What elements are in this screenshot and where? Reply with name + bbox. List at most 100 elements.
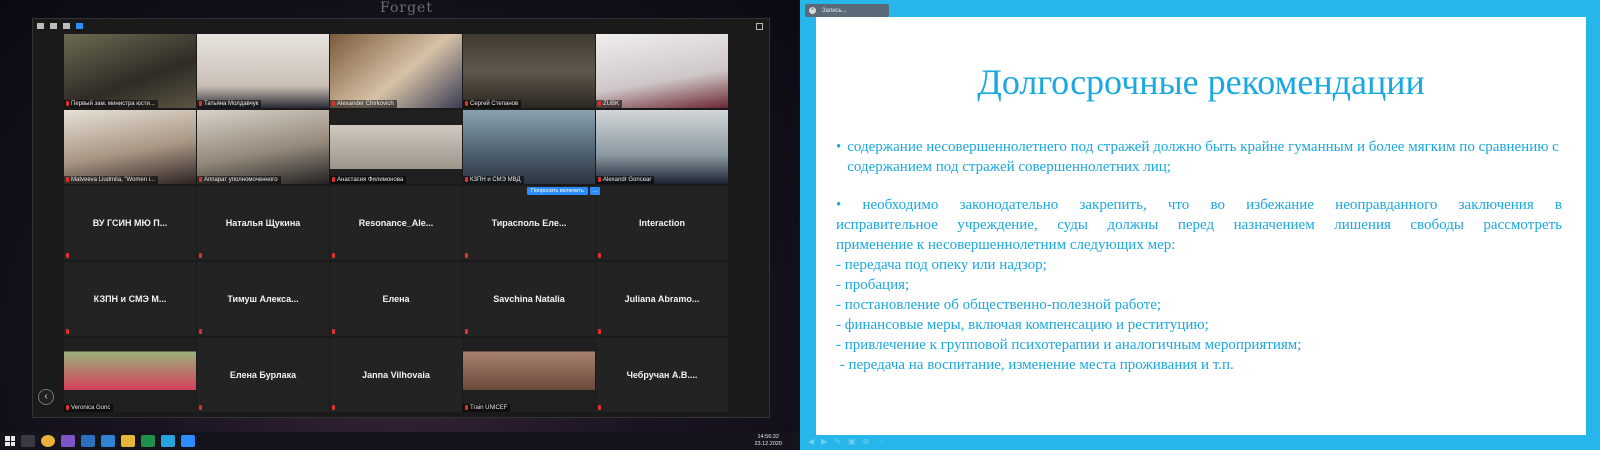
muted-mic-icon (66, 329, 69, 334)
participant-name: Тирасполь Еле... (491, 218, 567, 228)
muted-mic-icon (332, 253, 335, 258)
zoom-icon[interactable]: ⊕ (863, 437, 870, 446)
participant-name: ВУ ГСИН МЮ П... (92, 218, 168, 228)
muted-mic-icon (66, 177, 69, 182)
muted-mic-icon (598, 329, 601, 334)
slideshow-controls: ◀ ▶ ✎ ▣ ⊕ ⋯ (808, 437, 884, 446)
taskbar-clock: 14:56:32 23.12.2020 (754, 434, 782, 448)
minimize-icon[interactable] (37, 23, 44, 29)
participant-tile[interactable]: Savchina Natalia (463, 262, 595, 336)
file-explorer-icon[interactable] (121, 435, 135, 447)
participant-tile[interactable]: Тимуш Алекса... (197, 262, 329, 336)
muted-mic-icon (199, 329, 202, 334)
participant-name: Alexandr Goncear (596, 176, 655, 184)
participant-tile[interactable]: Чебручан А.В.... (596, 338, 728, 412)
muted-mic-icon (66, 253, 69, 258)
participant-tile[interactable]: Interaction (596, 186, 728, 260)
participant-name: Savchina Natalia (493, 294, 565, 304)
bullet-text: необходимо законодательно закрепить, что… (862, 197, 1563, 213)
next-slide-icon[interactable]: ▶ (821, 437, 827, 446)
zoom-view-toolbar (33, 19, 769, 33)
muted-mic-icon (66, 405, 69, 410)
participant-tile[interactable]: ZUBK (596, 34, 728, 108)
participant-name: Елена Бурлака (229, 370, 297, 380)
participant-name: Veronica Gonc (64, 404, 114, 412)
slides-icon[interactable]: ▣ (848, 437, 856, 446)
bullet-text: содержание несовершеннолетнего под страж… (847, 139, 1559, 175)
muted-mic-icon (598, 101, 601, 106)
participant-name: Train UNICEF (463, 404, 511, 412)
more-options-button[interactable]: ... (589, 187, 601, 195)
slide-list-item: - передача под опеку или надзор; (836, 257, 1047, 273)
participant-tile[interactable]: Елена Бурлака (197, 338, 329, 412)
slide-list-item: - пробация; (836, 277, 910, 293)
slide-list-item: - финансовые меры, включая компенсацию и… (836, 317, 1209, 333)
stop-recording-icon[interactable]: × (809, 7, 816, 14)
viber-icon[interactable] (61, 435, 75, 447)
participant-name: Janna Vilhovaia (362, 370, 430, 380)
participant-tile[interactable]: Veronica Gonc (64, 338, 196, 412)
slide-title: Долгосрочные рекомендации (977, 62, 1425, 102)
participant-name: Елена (382, 294, 410, 304)
gallery-view-icon[interactable] (76, 23, 83, 29)
participant-tile[interactable]: Наталья Щукина (197, 186, 329, 260)
slide-bullet: • содержание несовершеннолетнего под стр… (836, 137, 1562, 177)
participant-tile[interactable]: ВУ ГСИН МЮ П... (64, 186, 196, 260)
more-icon[interactable]: ⋯ (876, 437, 884, 446)
participant-tile[interactable]: Matveeva Liudmila, "Women i... (64, 110, 196, 184)
zoom-app-icon[interactable] (181, 435, 195, 447)
participant-tile[interactable]: Resonance_Ale... (330, 186, 462, 260)
slide-list-item: - привлечение к групповой психотерапии и… (836, 337, 1302, 353)
outlook-icon[interactable] (81, 435, 95, 447)
participant-name: Interaction (638, 218, 685, 228)
presentation-slide: Долгосрочные рекомендации • содержание н… (816, 17, 1586, 435)
participant-tile[interactable]: Елена (330, 262, 462, 336)
participant-tile[interactable]: Аппарат уполномоченного (197, 110, 329, 184)
participant-tile[interactable]: Alexander Chirkovich (330, 34, 462, 108)
slide-text-line: исправительное учреждение, суды должны п… (836, 217, 1562, 233)
maximize-icon[interactable] (756, 23, 763, 30)
participant-tile[interactable]: КЗПН и СМЭ МВД (463, 110, 595, 184)
participant-name: Татьяна Молдавчук (197, 100, 262, 108)
list-view-icon[interactable] (63, 23, 70, 29)
wallpaper-text: Forget (380, 0, 433, 16)
chrome-icon[interactable] (41, 435, 55, 447)
slide-list-item: - передача на воспитание, изменение мест… (836, 357, 1234, 373)
recording-indicator: × Запись... (805, 4, 889, 17)
muted-mic-icon (598, 177, 601, 182)
participant-tile[interactable]: Анастасия Филимонова (330, 110, 462, 184)
participant-name: Первый зам. министра юсти... (64, 100, 158, 108)
participant-tile[interactable]: Татьяна Молдавчук (197, 34, 329, 108)
previous-page-button[interactable]: ‹ (38, 389, 54, 405)
muted-mic-icon (465, 101, 468, 106)
muted-mic-icon (332, 177, 335, 182)
participant-tile[interactable]: Сергей Степанов (463, 34, 595, 108)
screen: Forget Первый зам. министра юсти... Татья… (0, 0, 1600, 450)
bullet-icon: • (836, 197, 842, 213)
zoom-meeting-window: Первый зам. министра юсти... Татьяна Молд… (32, 18, 770, 418)
participant-tile[interactable]: Train UNICEF (463, 338, 595, 412)
previous-slide-icon[interactable]: ◀ (808, 437, 814, 446)
ask-to-unmute-button[interactable]: Попросить включить (527, 187, 588, 195)
muted-mic-icon (465, 405, 468, 410)
participant-tile[interactable]: Janna Vilhovaia (330, 338, 462, 412)
word-icon[interactable] (101, 435, 115, 447)
muted-mic-icon (332, 329, 335, 334)
participant-tile[interactable]: КЗПН и СМЭ М... (64, 262, 196, 336)
muted-mic-icon (465, 177, 468, 182)
participant-tile[interactable]: Alexandr Goncear (596, 110, 728, 184)
pen-icon[interactable]: ✎ (834, 437, 841, 446)
task-view-icon[interactable] (21, 435, 35, 447)
participant-tile[interactable]: Первый зам. министра юсти... (64, 34, 196, 108)
muted-mic-icon (199, 405, 202, 410)
view-option-icon[interactable] (50, 23, 57, 29)
excel-icon[interactable] (141, 435, 155, 447)
participant-tile[interactable]: Juliana Abramo... (596, 262, 728, 336)
participant-name: Сергей Степанов (463, 100, 522, 108)
muted-mic-icon (66, 101, 69, 106)
participant-tile[interactable]: Тирасполь Еле... (463, 186, 595, 260)
skype-icon[interactable] (161, 435, 175, 447)
windows-start-icon[interactable] (5, 436, 15, 446)
clock-date: 23.12.2020 (754, 441, 782, 447)
participant-name: Juliana Abramo... (624, 294, 700, 304)
